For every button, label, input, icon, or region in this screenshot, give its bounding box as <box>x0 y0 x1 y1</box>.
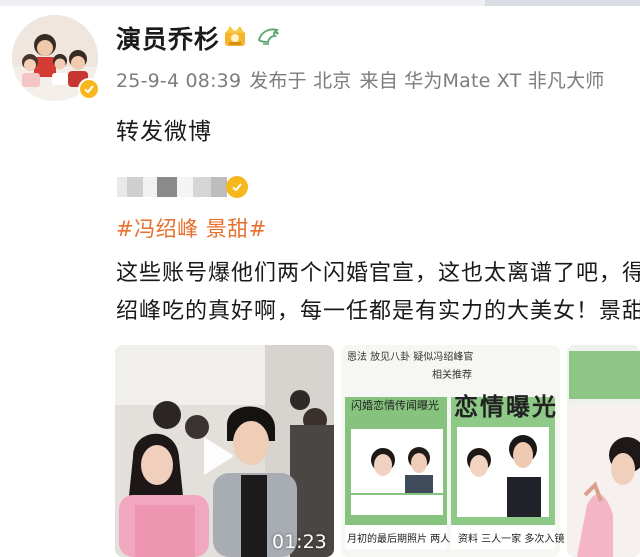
original-text-line-2: 绍峰吃的真好啊，每一任都是有实力的大美女！景甜 <box>116 299 640 324</box>
hashtag-link[interactable]: #冯绍峰 景甜# <box>116 213 267 243</box>
original-text-line-1: 这些账号爆他们两个闪婚官宣，这也太离谱了吧，得 <box>116 261 640 286</box>
collage-top-text: 恩法 放见八卦 疑似冯绍峰官 <box>347 352 474 363</box>
collage-big-title: 恋情曝光 <box>454 392 558 421</box>
username[interactable]: 演员乔杉 <box>116 20 220 56</box>
video-duration: 01:23 <box>272 531 327 553</box>
partial-image <box>567 345 640 557</box>
fan-badge-icon[interactable] <box>255 24 285 50</box>
vip-crown-icon[interactable] <box>222 23 248 49</box>
repost-text: 转发微博 <box>116 119 212 145</box>
top-card-edge <box>485 0 640 6</box>
post-meta: 25-9-4 08:39 发布于 北京 来自 华为Mate XT 非凡大师 <box>116 66 613 93</box>
collage-sub-text: 相关推荐 <box>432 370 472 381</box>
original-author-blurred[interactable] <box>117 177 227 197</box>
post-location: 发布于 北京 <box>249 70 352 92</box>
collage-caption-left: 月初的最后期照片 两人 <box>347 534 451 545</box>
verified-badge-icon <box>78 78 100 100</box>
image-thumbnail-3[interactable] <box>567 345 640 557</box>
post-source[interactable]: 来自 华为Mate XT 非凡大师 <box>360 70 605 92</box>
collage-left-title: 闪婚恋情传闻曝光 <box>351 399 439 412</box>
original-verified-icon <box>226 176 248 198</box>
post-timestamp[interactable]: 25-9-4 08:39 <box>116 70 241 92</box>
collage-caption-right: 资料 三人一家 多次入镜 <box>458 534 565 545</box>
play-icon[interactable] <box>204 437 234 475</box>
